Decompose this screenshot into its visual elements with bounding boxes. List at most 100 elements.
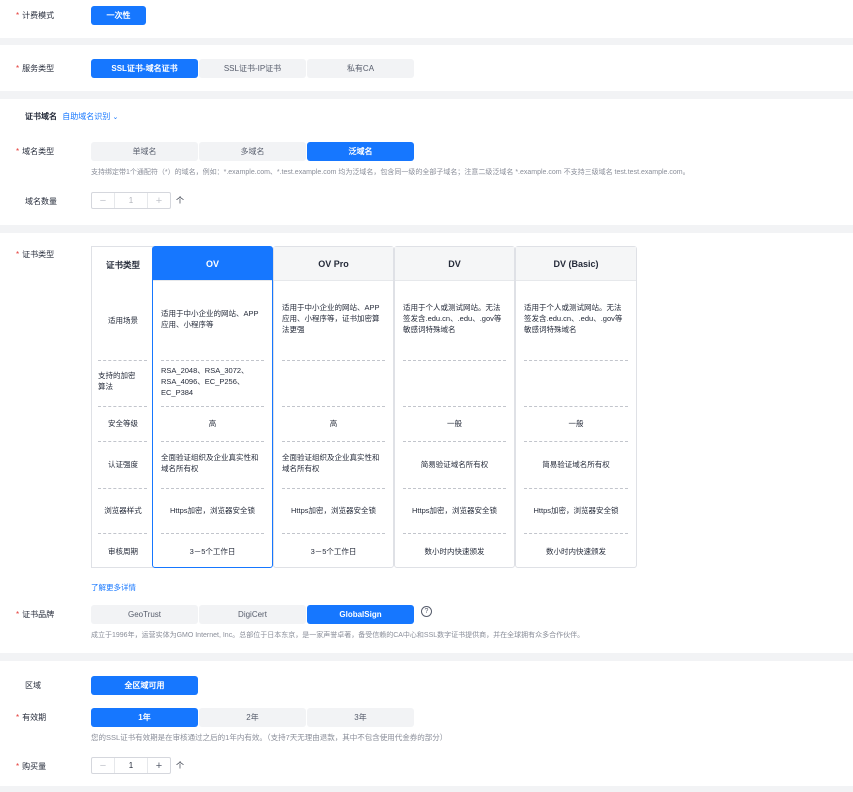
cert-card-level: 高 — [208, 419, 217, 428]
domain-section-header: 证书域名 自助域名识别 ⌄ — [25, 111, 118, 122]
card-divider — [282, 441, 385, 442]
quantity-unit: 个 — [176, 761, 184, 770]
card-divider — [282, 360, 385, 361]
increment-button[interactable]: + — [148, 758, 170, 773]
chevron-down-icon: ⌄ — [112, 114, 119, 121]
validity-label: * 有效期 — [16, 713, 47, 722]
row-label-level: 安全等级 — [108, 419, 138, 428]
domain-count-stepper[interactable]: − 1 + — [91, 192, 171, 209]
decrement-button[interactable]: − — [92, 193, 114, 208]
cert-card-level: 一般 — [447, 419, 462, 428]
card-divider — [524, 533, 628, 534]
required-mark: * — [16, 762, 20, 771]
decrement-button[interactable]: − — [92, 758, 114, 773]
domain-panel: 证书域名 自助域名识别 ⌄ * 域名类型 单域名 多域名 泛域名 支持绑定带1个通… — [0, 99, 853, 225]
billing-label: * 计费模式 — [16, 11, 55, 20]
quantity-stepper[interactable]: − 1 + — [91, 757, 171, 774]
brand-option-geotrust[interactable]: GeoTrust — [91, 605, 198, 624]
region-option-all[interactable]: 全区域可用 — [91, 676, 198, 695]
row-divider — [98, 533, 147, 534]
cert-card-dv[interactable]: DV 适用于个人或测试网站。无法签发含.edu.cn、.edu、.gov等敏感词… — [394, 246, 515, 568]
card-divider — [524, 406, 628, 407]
domain-section-title: 证书域名 — [25, 112, 57, 121]
required-mark: * — [16, 64, 20, 73]
brand-option-globalsign[interactable]: GlobalSign — [307, 605, 414, 624]
cert-card-ov-pro[interactable]: OV Pro 适用于中小企业的网站、APP应用、小程序等，证书加密算法更强 高 … — [273, 246, 394, 568]
card-divider — [282, 406, 385, 407]
quantity-value[interactable]: 1 — [114, 758, 148, 773]
card-divider — [282, 488, 385, 489]
card-divider — [282, 533, 385, 534]
required-mark: * — [16, 610, 20, 619]
cert-card-algo: RSA_2048、RSA_3072、RSA_4096、EC_P256、EC_P3… — [161, 366, 249, 397]
card-divider — [161, 533, 264, 534]
row-label-period: 审核周期 — [108, 547, 138, 556]
domain-type-hint: 支持绑定带1个通配符（*）的域名，例如：*.example.com、*.test… — [91, 169, 690, 176]
domain-type-wildcard[interactable]: 泛域名 — [307, 142, 414, 161]
billing-option-once[interactable]: 一次性 — [91, 6, 146, 25]
billing-panel: * 计费模式 一次性 — [0, 0, 853, 38]
domain-type-single[interactable]: 单域名 — [91, 142, 198, 161]
service-label: * 服务类型 — [16, 64, 55, 73]
card-divider — [524, 488, 628, 489]
quantity-label: * 购买量 — [16, 762, 47, 771]
cert-card-period: 数小时内快速颁发 — [546, 547, 606, 556]
card-divider — [161, 488, 264, 489]
service-option-private-ca[interactable]: 私有CA — [307, 59, 414, 78]
card-divider — [403, 441, 506, 442]
service-option-ip-cert[interactable]: SSL证书-IP证书 — [199, 59, 306, 78]
brand-option-digicert[interactable]: DigiCert — [199, 605, 306, 624]
cert-compare-header-column: 证书类型 适用场景 支持的加密算法 安全等级 认证强度 浏览器样式 审核周期 — [91, 246, 153, 568]
auto-domain-link[interactable]: 自助域名识别 ⌄ — [62, 112, 118, 121]
cert-card-browser: Https加密，浏览器安全锁 — [411, 506, 497, 515]
cert-card-scene: 适用于中小企业的网站、APP应用、小程序等，证书加密算法更强 — [282, 303, 380, 334]
card-divider — [403, 406, 506, 407]
cert-card-auth: 简易验证域名所有权 — [420, 460, 489, 469]
row-label-auth: 认证强度 — [108, 460, 138, 469]
service-option-domain-cert[interactable]: SSL证书-域名证书 — [91, 59, 198, 78]
row-label-browser: 浏览器样式 — [104, 506, 142, 515]
row-label-scene: 适用场景 — [108, 316, 138, 325]
card-divider — [524, 360, 628, 361]
purchase-panel: 区域 全区域可用 * 有效期 1年 2年 3年 您的SSL证书有效期是在审核通过之… — [0, 661, 853, 786]
domain-count-unit: 个 — [176, 196, 184, 205]
card-divider — [403, 488, 506, 489]
row-divider — [98, 441, 147, 442]
cert-card-period: 3－5个工作日 — [310, 547, 357, 556]
service-panel: * 服务类型 SSL证书-域名证书 SSL证书-IP证书 私有CA — [0, 45, 853, 91]
help-circle-icon[interactable]: ? — [421, 606, 432, 617]
card-divider — [403, 360, 506, 361]
required-mark: * — [16, 147, 20, 156]
cert-card-dv-basic[interactable]: DV (Basic) 适用于个人或测试网站。无法签发含.edu.cn、.edu、… — [515, 246, 637, 568]
card-divider — [161, 441, 264, 442]
learn-more-link[interactable]: 了解更多详情 — [91, 582, 136, 593]
cert-card-title: DV (Basic) — [516, 247, 636, 281]
cert-card-auth: 全面验证组织及企业真实性和域名所有权 — [282, 453, 380, 473]
domain-type-multi[interactable]: 多域名 — [199, 142, 306, 161]
cert-card-scene: 适用于个人或测试网站。无法签发含.edu.cn、.edu、.gov等敏感词特殊域… — [403, 303, 502, 334]
cert-type-label: * 证书类型 — [16, 250, 55, 259]
cert-card-period: 3－5个工作日 — [189, 547, 236, 556]
required-mark: * — [16, 713, 20, 722]
card-divider — [161, 360, 264, 361]
cert-card-scene: 适用于中小企业的网站、APP应用、小程序等 — [161, 309, 259, 329]
brand-hint: 成立于1996年，运营实体为GMO Internet, Inc。总部位于日本东京… — [91, 632, 585, 639]
cert-card-auth: 全面验证组织及企业真实性和域名所有权 — [161, 453, 259, 473]
domain-type-label: * 域名类型 — [16, 147, 55, 156]
validity-option-2y[interactable]: 2年 — [199, 708, 306, 727]
required-mark: * — [16, 250, 20, 259]
cert-card-level: 高 — [329, 419, 338, 428]
required-mark: * — [16, 11, 20, 20]
cert-card-browser: Https加密，浏览器安全锁 — [533, 506, 619, 515]
cert-card-scene: 适用于个人或测试网站。无法签发含.edu.cn、.edu、.gov等敏感词特殊域… — [524, 303, 623, 334]
region-label: 区域 — [25, 681, 41, 690]
domain-count-value[interactable]: 1 — [114, 193, 148, 208]
cert-compare-header: 证书类型 — [105, 260, 140, 270]
validity-option-3y[interactable]: 3年 — [307, 708, 414, 727]
validity-hint: 您的SSL证书有效期是在审核通过之后的1年内有效。（支持7天无理由退款，其中不包… — [91, 733, 448, 742]
increment-button[interactable]: + — [148, 193, 170, 208]
card-divider — [524, 441, 628, 442]
cert-card-title: OV — [153, 247, 272, 281]
cert-card-ov[interactable]: OV 适用于中小企业的网站、APP应用、小程序等 RSA_2048、RSA_30… — [152, 246, 273, 568]
validity-option-1y[interactable]: 1年 — [91, 708, 198, 727]
